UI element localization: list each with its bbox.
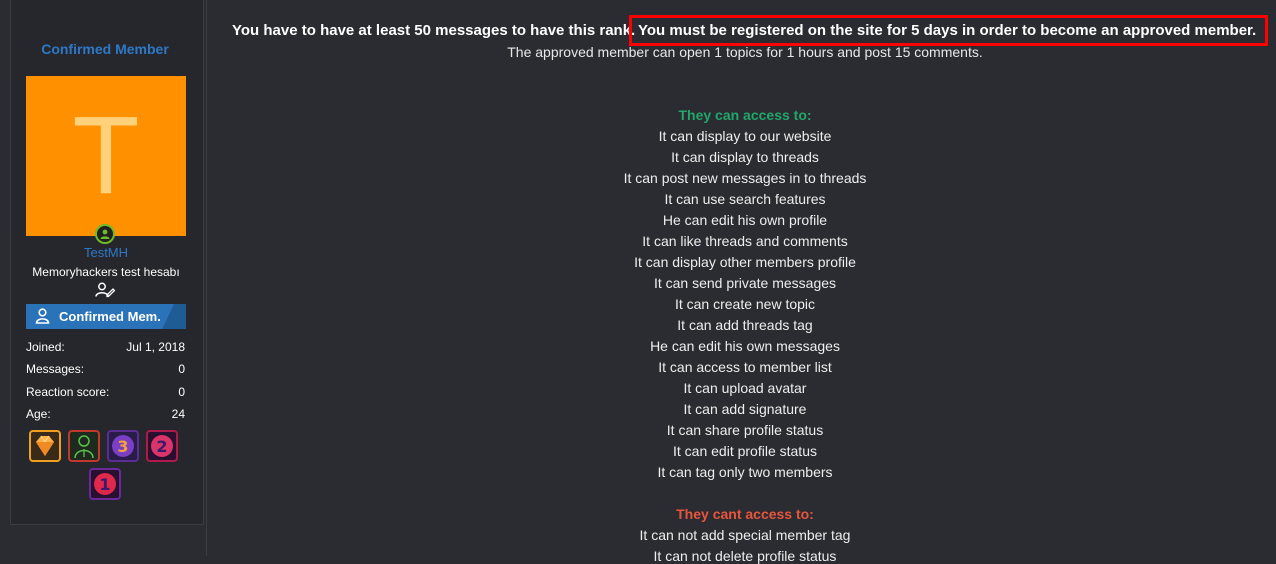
list-item: It can edit profile status xyxy=(673,443,817,459)
highlight-box xyxy=(629,15,1268,46)
stat-label: Joined: xyxy=(26,340,65,354)
user-banner: Confirmed Mem. xyxy=(26,304,186,329)
stat-label: Messages: xyxy=(26,362,85,376)
list-item: It can tag only two members xyxy=(657,464,833,480)
stat-value: Jul 1, 2018 xyxy=(126,340,185,354)
list-item: It can not delete profile status xyxy=(653,548,837,564)
svg-text:2: 2 xyxy=(156,437,167,456)
stat-value: 24 xyxy=(171,407,185,421)
banner-label: Confirmed Mem. xyxy=(59,309,161,324)
list-item: He can edit his own messages xyxy=(650,338,840,354)
number-2-trophy-icon[interactable]: 2 xyxy=(146,430,178,462)
avatar-letter: T xyxy=(72,94,140,217)
svg-text:1: 1 xyxy=(99,475,110,494)
list-item: It can display to threads xyxy=(671,149,819,165)
user-icon xyxy=(35,308,50,329)
list-item: It can create new topic xyxy=(674,296,816,312)
stat-value[interactable]: 0 xyxy=(178,362,185,376)
rank-title: Confirmed Member xyxy=(41,41,169,57)
rank-description: You have to have at least 50 messages to… xyxy=(214,0,1276,564)
user-title: Memoryhackers test hesabı xyxy=(32,265,180,279)
approved-member-limits: The approved member can open 1 topics fo… xyxy=(507,44,983,60)
list-item: It can upload avatar xyxy=(683,380,807,396)
cant-access-heading: They cant access to: xyxy=(676,506,814,522)
user-edit-icon[interactable] xyxy=(95,282,116,303)
svg-text:3: 3 xyxy=(117,437,128,456)
message-requirement-text: You have to have at least 50 messages to… xyxy=(232,22,636,39)
stat-value: 0 xyxy=(178,385,185,399)
list-item: It can display to our website xyxy=(658,128,832,144)
agent-trophy-icon[interactable] xyxy=(68,430,100,462)
list-item: It can not add special member tag xyxy=(639,527,851,543)
stat-label: Age: xyxy=(26,407,51,421)
list-item: It can use search features xyxy=(664,191,826,207)
list-item: It can send private messages xyxy=(653,275,837,291)
list-item: It can post new messages in to threads xyxy=(623,170,867,186)
list-item: It can add threads tag xyxy=(677,317,813,333)
list-item: He can edit his own profile xyxy=(662,212,828,228)
diamond-trophy-icon[interactable] xyxy=(29,430,61,462)
list-item: It can share profile status xyxy=(666,422,824,438)
list-item: It can add signature xyxy=(683,401,807,417)
list-item: It can access to member list xyxy=(658,359,832,375)
online-status-icon xyxy=(95,224,115,244)
avatar[interactable]: T xyxy=(26,76,186,236)
access-heading: They can access to: xyxy=(678,107,812,123)
list-item: It can like threads and comments xyxy=(642,233,848,249)
avatar-notch xyxy=(186,92,196,120)
stat-label: Reaction score: xyxy=(26,385,110,399)
number-1-trophy-icon[interactable]: 1 xyxy=(89,468,121,500)
username-link[interactable]: TestMH xyxy=(26,245,186,260)
list-item: It can display other members profile xyxy=(634,254,856,270)
number-3-trophy-icon[interactable]: 3 xyxy=(107,430,139,462)
